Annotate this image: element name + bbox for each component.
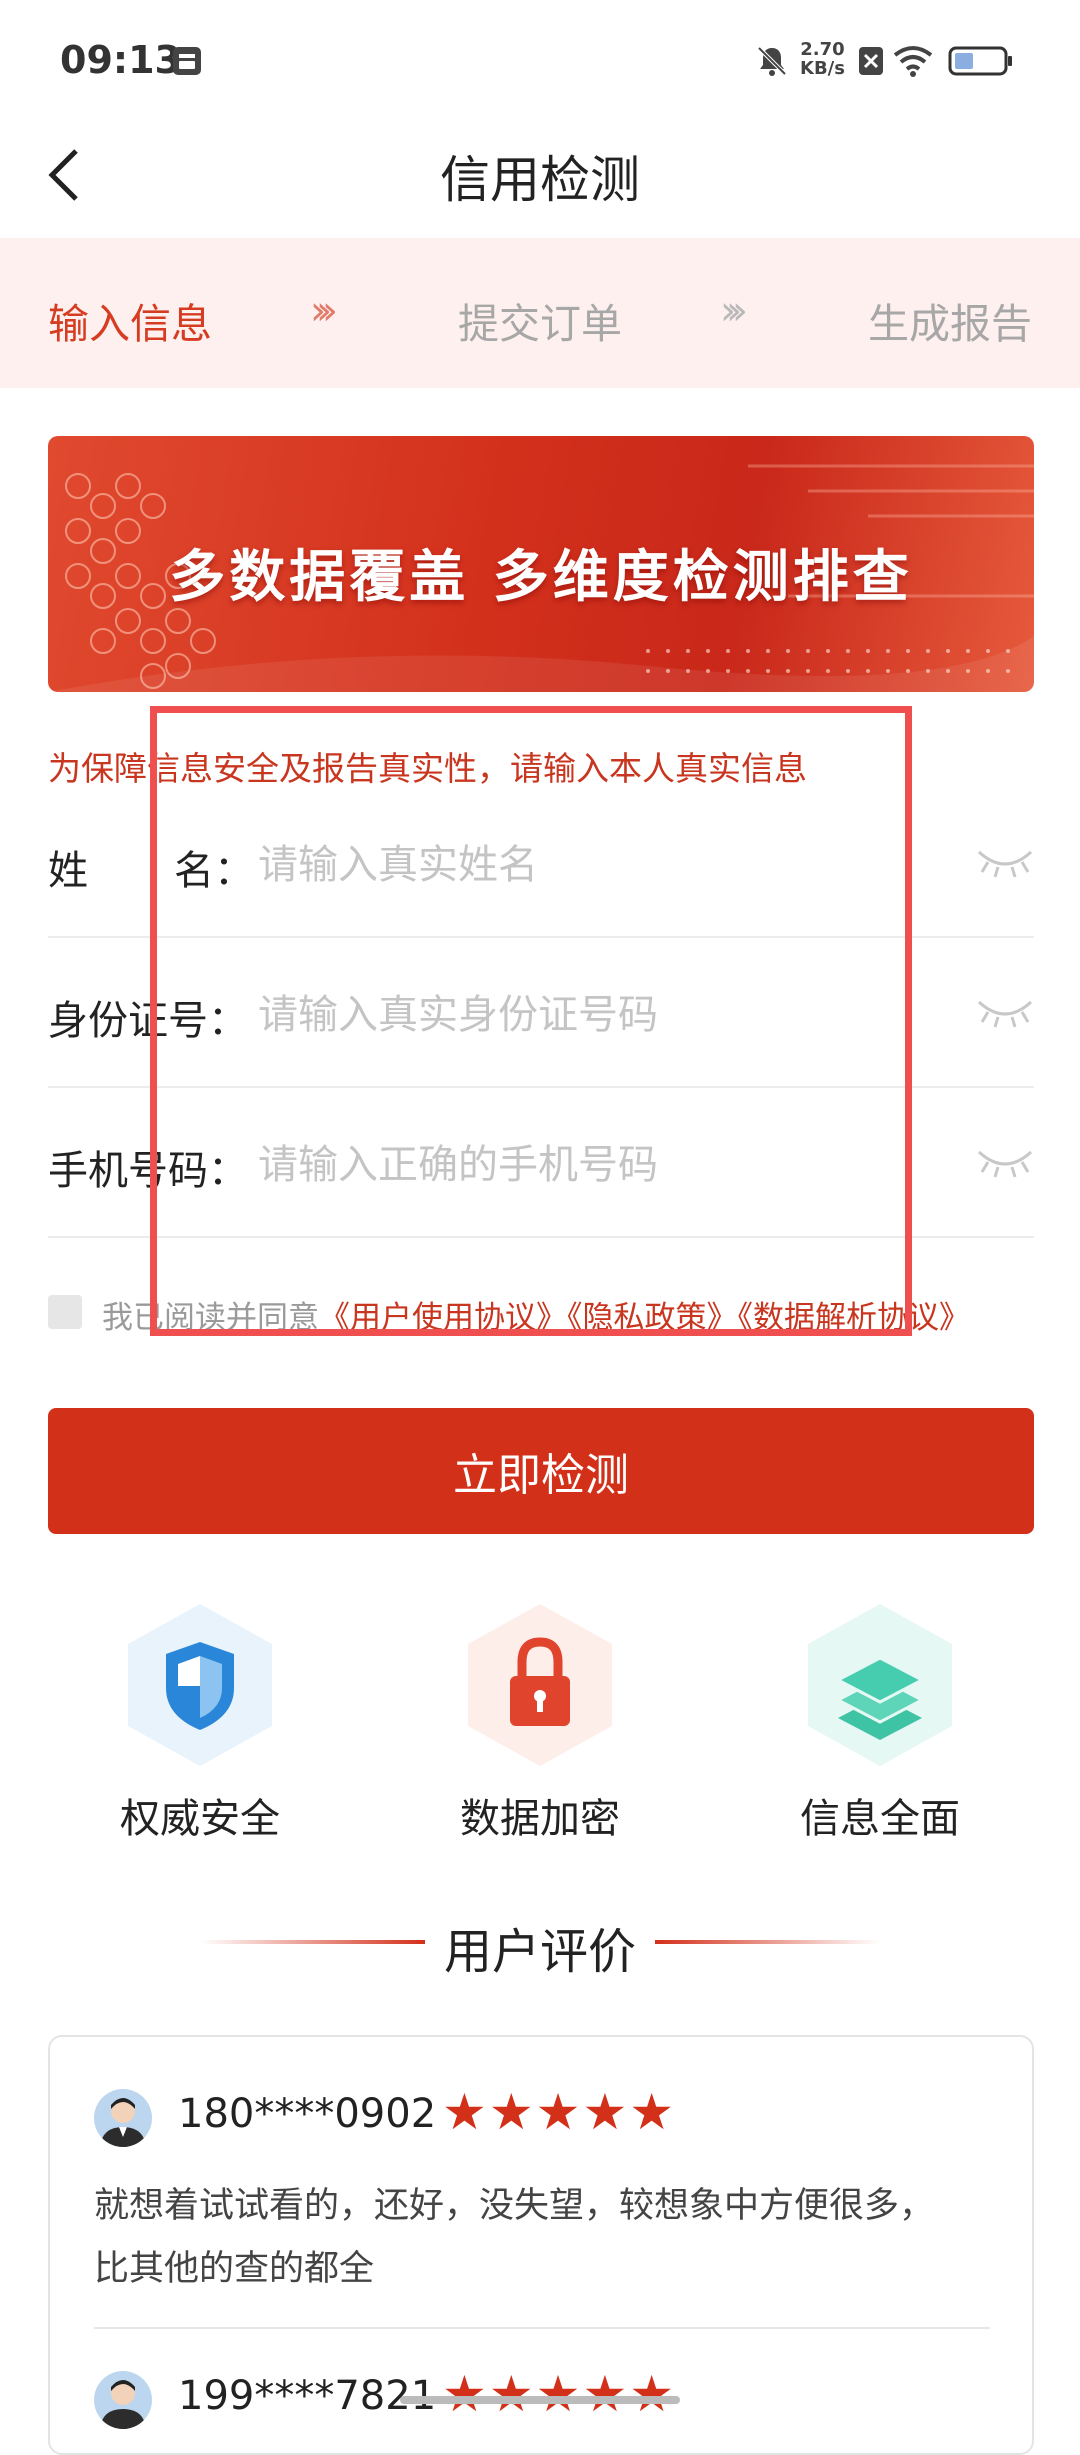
net-speed-unit: KB/s xyxy=(800,58,845,79)
feature-encryption-label: 数据加密 xyxy=(460,1796,620,1842)
title-decor-right xyxy=(655,1940,880,1944)
highlight-box xyxy=(150,706,912,1336)
feature-comprehensive-label: 信息全面 xyxy=(800,1796,960,1842)
rating-stars: ★★★★★ xyxy=(442,2083,677,2141)
review-text-line: 就想着试试看的，还好，没失望，较想象中方便很多， xyxy=(94,2186,935,2226)
avatar xyxy=(94,2371,152,2429)
eye-closed-icon[interactable] xyxy=(976,846,1034,882)
net-speed: 2.70 KB/s xyxy=(800,40,845,78)
home-indicator[interactable] xyxy=(400,2396,680,2404)
net-speed-value: 2.70 xyxy=(800,39,845,60)
layers-icon xyxy=(808,1604,952,1766)
sim-off-icon xyxy=(858,44,884,78)
agree-checkbox[interactable] xyxy=(48,1295,82,1329)
reviews-card: 180****0902 ★★★★★ 就想着试试看的，还好，没失望，较想象中方便很… xyxy=(48,2035,1034,2455)
name-label: 姓 xyxy=(48,848,88,894)
banner-slogan: 多数据覆盖 多维度检测排查 xyxy=(169,545,913,610)
step-arrow-icon: ››› xyxy=(310,288,338,334)
step-input-info: 输入信息 xyxy=(48,300,212,348)
shield-icon xyxy=(128,1604,272,1766)
promo-banner: 多数据覆盖 多维度检测排查 xyxy=(48,436,1034,692)
wifi-icon xyxy=(893,44,933,78)
step-submit-order: 提交订单 xyxy=(458,300,622,348)
divider xyxy=(94,2327,990,2329)
status-bar: 09:13 2.70 KB/s xyxy=(0,0,1080,120)
feature-authority-label: 权威安全 xyxy=(120,1796,280,1842)
reviews-title: 用户评价 xyxy=(443,1924,636,1980)
lock-icon xyxy=(468,1604,612,1766)
review-text: 就想着试试看的，还好，没失望，较想象中方便很多， 比其他的查的都全 xyxy=(94,2175,994,2301)
page-title: 信用检测 xyxy=(440,151,640,209)
check-now-button[interactable]: 立即检测 xyxy=(48,1408,1034,1534)
status-time: 09:13 xyxy=(60,38,181,82)
review-text-line: 比其他的查的都全 xyxy=(94,2249,375,2289)
notification-icon xyxy=(170,44,204,78)
eye-closed-icon[interactable] xyxy=(976,996,1034,1032)
step-arrow-icon: ››› xyxy=(720,288,748,334)
eye-closed-icon[interactable] xyxy=(976,1146,1034,1182)
battery-icon xyxy=(948,44,1014,78)
reviewer-name: 180****0902 xyxy=(178,2091,437,2137)
avatar xyxy=(94,2089,152,2147)
mute-bell-icon xyxy=(755,44,789,78)
rating-stars: ★★★★★ xyxy=(442,2365,677,2423)
reviewer-name: 199****7821 xyxy=(178,2373,437,2419)
step-generate-report: 生成报告 xyxy=(868,300,1032,348)
